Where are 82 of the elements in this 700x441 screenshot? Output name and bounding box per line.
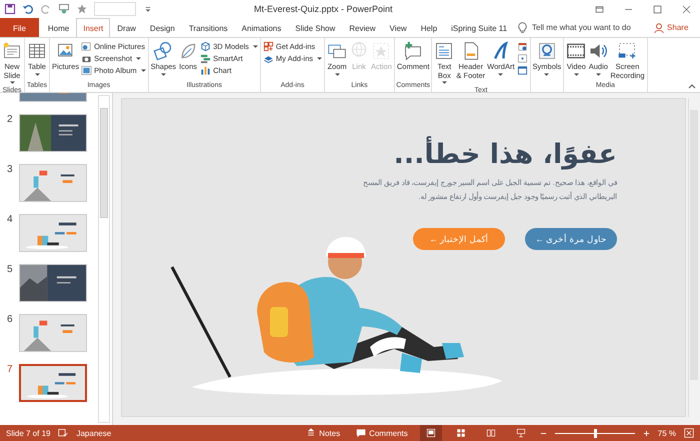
zoom-level[interactable]: 75 % bbox=[658, 428, 676, 438]
zoom-in-icon[interactable] bbox=[642, 430, 650, 436]
ribbon-tab[interactable]: Insert bbox=[76, 18, 110, 37]
slide-number: 6 bbox=[6, 314, 14, 325]
smartart-icon bbox=[200, 53, 212, 64]
comments-button[interactable]: Comments bbox=[352, 428, 412, 438]
dropdown-field[interactable] bbox=[94, 2, 136, 16]
notes-button[interactable]: Notes bbox=[302, 428, 344, 438]
caret-icon bbox=[136, 56, 142, 60]
slide-number: 7 bbox=[6, 364, 14, 375]
film-icon bbox=[566, 41, 586, 61]
ribbon-tab[interactable]: File bbox=[0, 18, 39, 37]
normal-view-icon bbox=[426, 428, 436, 438]
person-icon bbox=[654, 22, 664, 32]
caret-icon bbox=[498, 72, 504, 76]
language-indicator[interactable]: Japanese bbox=[76, 428, 112, 438]
caret-icon bbox=[334, 72, 340, 76]
shapes-icon bbox=[153, 41, 174, 61]
ribbon-button[interactable] bbox=[516, 41, 529, 52]
ribbon-tab[interactable]: Home bbox=[40, 18, 76, 37]
star-icon[interactable] bbox=[76, 3, 88, 15]
comment-plus-icon bbox=[403, 41, 424, 61]
close-icon[interactable] bbox=[681, 4, 692, 14]
ribbon-tab[interactable]: Help bbox=[414, 18, 444, 37]
search-field[interactable]: Tell me what you want to do bbox=[530, 22, 654, 33]
caret-icon bbox=[10, 81, 14, 85]
ribbon-tab[interactable]: Review bbox=[342, 18, 382, 37]
table-icon bbox=[27, 41, 47, 61]
slide-thumbnail[interactable] bbox=[19, 364, 87, 402]
globe-picture-icon bbox=[81, 41, 92, 52]
notes-icon bbox=[306, 428, 316, 438]
slideshow-icon bbox=[516, 428, 526, 438]
caret-icon bbox=[140, 68, 146, 72]
caret-icon bbox=[544, 72, 550, 76]
screen-record-icon bbox=[617, 41, 638, 61]
slide-button[interactable]: حاول مرة أخرى ← bbox=[525, 228, 617, 250]
caret-icon bbox=[596, 72, 601, 76]
slide-number: 3 bbox=[6, 164, 14, 175]
ribbon-tab[interactable]: Draw bbox=[110, 18, 143, 37]
view-button[interactable] bbox=[420, 425, 442, 441]
ribbon-tab[interactable]: View bbox=[382, 18, 414, 37]
window-icon bbox=[516, 65, 528, 76]
slide-counter: Slide 7 of 19 bbox=[6, 428, 50, 438]
lightbulb-icon bbox=[518, 22, 528, 34]
caret-icon bbox=[574, 72, 579, 76]
slide-number: 4 bbox=[6, 214, 14, 225]
photo-album-icon bbox=[81, 65, 92, 76]
window-title: Mt-Everest-Quiz.pptx - PowerPoint bbox=[254, 4, 394, 14]
ribbon-button[interactable] bbox=[516, 65, 529, 76]
fit-slide-icon[interactable] bbox=[684, 428, 694, 438]
caret-icon bbox=[160, 72, 166, 76]
ribbon-tab[interactable]: iSpring Suite 11 bbox=[444, 18, 514, 37]
reading-view-icon bbox=[486, 428, 496, 438]
comment-icon bbox=[356, 428, 366, 438]
slide-number-icon bbox=[516, 53, 528, 64]
grid-plus-icon bbox=[262, 41, 274, 52]
scrollbar[interactable] bbox=[98, 95, 110, 423]
ribbon-tab[interactable]: Design bbox=[142, 18, 182, 37]
undo-icon[interactable] bbox=[22, 3, 34, 15]
cube-icon bbox=[200, 41, 212, 52]
symbol-icon bbox=[536, 41, 557, 61]
ribbon-button[interactable] bbox=[516, 53, 529, 64]
share-button[interactable]: Share bbox=[654, 18, 700, 37]
slide-number: 5 bbox=[6, 264, 14, 275]
bar-chart-icon bbox=[200, 65, 212, 76]
maximize-icon[interactable] bbox=[652, 4, 663, 14]
slide-number: 2 bbox=[6, 114, 14, 125]
ribbon-tab[interactable]: Animations bbox=[234, 18, 288, 37]
ribbon-display-icon[interactable] bbox=[594, 4, 605, 14]
caret-icon bbox=[317, 56, 322, 60]
ribbon-tab[interactable]: Slide Show bbox=[288, 18, 342, 37]
caret-icon bbox=[252, 44, 258, 48]
caret-icon bbox=[34, 72, 40, 76]
save-icon[interactable] bbox=[4, 3, 16, 15]
accessibility-icon[interactable] bbox=[58, 428, 68, 438]
text-box-icon bbox=[434, 41, 454, 61]
presenter-icon[interactable] bbox=[58, 3, 70, 15]
ribbon-tab[interactable]: Transitions bbox=[182, 18, 235, 37]
collapse-icon[interactable] bbox=[688, 83, 696, 89]
calendar-icon bbox=[516, 41, 528, 52]
caret-icon bbox=[442, 81, 447, 85]
slide-sorter-icon bbox=[456, 428, 466, 438]
